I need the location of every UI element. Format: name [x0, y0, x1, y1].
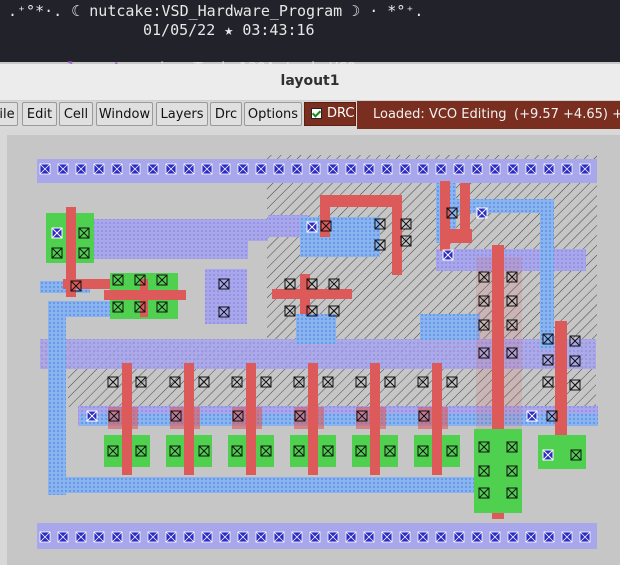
drc-toggle-label: DRC [327, 106, 355, 121]
menu-window-button[interactable]: Window [96, 102, 153, 126]
terminal-panel: .⁺°*·. ☾ nutcake:VSD_Hardware_Program ☽ … [0, 0, 620, 77]
vdd-rail-contacts-top [39, 163, 595, 179]
menu-edit-button[interactable]: Edit [22, 102, 57, 126]
status-bar: Loaded: VCO Editing (+9.57 +4.65) +9 [357, 101, 620, 129]
contact-cut [526, 410, 538, 422]
status-cursor-coordinates: (+9.57 +4.65) +9 [514, 107, 620, 122]
gnd-rail-contacts-bottom [39, 529, 595, 545]
contact-cut [86, 410, 98, 422]
menu-file-button[interactable]: ile [0, 102, 18, 126]
canvas-top-frame [0, 129, 620, 135]
contact-cut [51, 227, 63, 239]
locali-left-vertical [48, 301, 66, 495]
locali-bottom-horizontal [48, 477, 478, 493]
menu-cell-button[interactable]: Cell [59, 102, 93, 126]
poly-mid-link [272, 289, 352, 299]
terminal-datetime: 01/05/22 ★ 03:43:16 [143, 21, 315, 39]
metal1-strip-upper-2 [68, 239, 248, 259]
metal1-block [205, 269, 247, 324]
contact-cut [306, 221, 318, 233]
layout-drawing[interactable] [0, 129, 620, 565]
contact-cut [542, 449, 554, 461]
checkbox-checked-icon [311, 108, 322, 119]
contact-cut [442, 249, 454, 261]
window-title: layout1 [280, 73, 340, 89]
menu-bar: ile Edit Cell Window Layers Drc Options … [0, 101, 620, 129]
poly-top-right [320, 195, 402, 207]
status-loaded-cell: Loaded: VCO Editing [373, 107, 507, 122]
menu-options-button[interactable]: Options [244, 102, 302, 126]
locali-right-vertical [540, 199, 554, 349]
window-titlebar[interactable]: layout1 [0, 64, 620, 101]
layout-canvas[interactable] [0, 129, 620, 565]
canvas-left-frame [0, 129, 7, 565]
terminal-host-line: .⁺°*·. ☾ nutcake:VSD_Hardware_Program ☽ … [8, 2, 424, 20]
menu-drc-button[interactable]: Drc [210, 102, 242, 126]
drc-toggle-checkbox[interactable]: DRC [304, 102, 356, 126]
contact-cut [476, 207, 488, 219]
menu-layers-button[interactable]: Layers [156, 102, 208, 126]
